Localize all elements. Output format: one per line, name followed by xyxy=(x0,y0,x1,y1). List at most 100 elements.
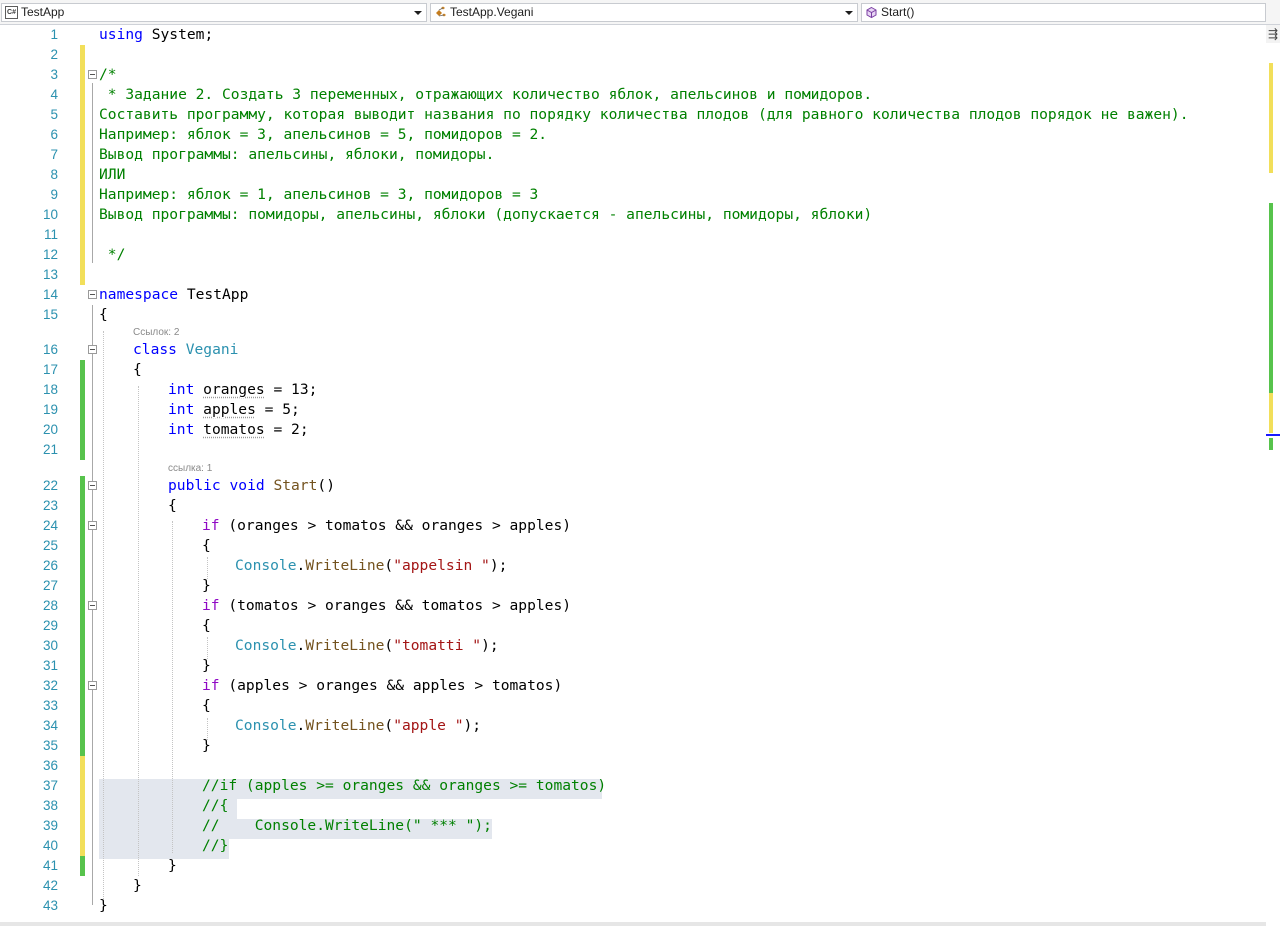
saved-change-marker xyxy=(80,360,85,380)
collapse-icon[interactable] xyxy=(88,345,97,354)
saved-change-marker xyxy=(80,696,85,716)
navigation-bar: C# TestApp TestApp.Vegani Start() xyxy=(0,0,1280,25)
code-token: ИЛИ xyxy=(99,166,126,183)
line-number: 8 xyxy=(50,167,58,182)
split-window-button[interactable]: ⇶ xyxy=(1266,25,1280,43)
saved-change-marker xyxy=(80,656,85,676)
collapse-icon[interactable] xyxy=(88,70,97,79)
saved-change-marker xyxy=(80,616,85,636)
line-number: 27 xyxy=(42,578,58,593)
vertical-scrollbar[interactable] xyxy=(1266,43,1280,926)
scrollbar-change-marker xyxy=(1269,203,1273,393)
code-token: if xyxy=(202,677,220,694)
code-token: * Задание 2. Создать 3 переменных, отраж… xyxy=(99,86,873,103)
code-line: 22 public void Start() xyxy=(0,476,1266,496)
code-token: () xyxy=(317,477,335,494)
code-line: 28 if (tomatos > oranges && tomatos > ap… xyxy=(0,596,1266,616)
code-token: Start xyxy=(273,477,318,494)
line-number: 33 xyxy=(42,698,58,713)
class-icon xyxy=(436,6,446,17)
collapse-icon[interactable] xyxy=(88,601,97,610)
line-number: 41 xyxy=(42,858,58,873)
project-dropdown[interactable]: C# TestApp xyxy=(1,3,427,22)
line-number: 9 xyxy=(50,187,58,202)
code-token: int oranges = 13; xyxy=(168,380,317,400)
code-token: int tomatos = 2; xyxy=(168,420,309,440)
class-dropdown[interactable]: TestApp.Vegani xyxy=(430,3,858,22)
saved-change-marker xyxy=(80,516,85,536)
scrollbar-change-marker xyxy=(1269,63,1273,173)
code-line: 38 //{ xyxy=(0,796,1266,816)
unsaved-change-marker xyxy=(80,205,85,225)
code-token: Vegani xyxy=(185,341,239,358)
saved-change-marker xyxy=(80,596,85,616)
code-line: 27 } xyxy=(0,576,1266,596)
code-token: (apples > oranges && apples > tomatos) xyxy=(219,677,563,694)
code-line: 3 /* xyxy=(0,65,1266,85)
code-token: WriteLine xyxy=(305,717,385,734)
line-number: 23 xyxy=(42,498,58,513)
unsaved-change-marker xyxy=(80,836,85,856)
line-number: 13 xyxy=(42,267,58,282)
code-token: public xyxy=(168,477,221,494)
saved-change-marker xyxy=(80,496,85,516)
code-line: 11 xyxy=(0,225,1266,245)
collapse-icon[interactable] xyxy=(88,521,97,530)
member-dropdown[interactable]: Start() xyxy=(861,3,1266,22)
code-token: class xyxy=(133,341,177,358)
code-token: tomatos xyxy=(203,421,265,438)
line-number: 40 xyxy=(42,838,58,853)
code-token: { xyxy=(202,617,211,634)
code-token: Console.WriteLine("appelsin "); xyxy=(235,557,508,574)
code-token: { xyxy=(202,537,211,554)
line-number: 6 xyxy=(50,127,58,142)
code-token: } xyxy=(202,577,211,594)
code-token: if (tomatos > oranges && tomatos > apple… xyxy=(202,596,571,616)
code-token: = 2; xyxy=(264,421,309,438)
code-token: apples xyxy=(203,401,256,418)
code-line: 14 namespace TestApp xyxy=(0,285,1266,305)
line-number: 17 xyxy=(42,362,58,377)
code-line: 7 Вывод программы: апельсины, яблоки, по… xyxy=(0,145,1266,165)
unsaved-change-marker xyxy=(80,165,85,185)
code-token: WriteLine xyxy=(305,557,385,574)
code-line: 30 Console.WriteLine("tomatti "); xyxy=(0,636,1266,656)
code-token: int xyxy=(168,401,195,418)
codelens-references[interactable]: ссылка: 1 xyxy=(168,462,212,476)
scrollbar-caret-marker xyxy=(1266,434,1280,436)
line-number: 14 xyxy=(42,287,58,302)
collapse-icon[interactable] xyxy=(88,290,97,299)
line-number: 7 xyxy=(50,147,58,162)
collapse-icon[interactable] xyxy=(88,481,97,490)
project-name: TestApp xyxy=(21,5,65,19)
method-cube-icon xyxy=(866,6,877,19)
code-token: if (oranges > tomatos && oranges > apple… xyxy=(202,516,571,536)
saved-change-marker xyxy=(80,556,85,576)
code-token: { xyxy=(202,697,211,714)
code-token: { xyxy=(99,306,108,323)
chevron-down-icon xyxy=(845,11,853,15)
code-line: 24 if (oranges > tomatos && oranges > ap… xyxy=(0,516,1266,536)
code-line: 5 Составить программу, которая выводит н… xyxy=(0,105,1266,125)
collapse-icon[interactable] xyxy=(88,681,97,690)
codelens-references[interactable]: Ссылок: 2 xyxy=(133,326,179,340)
code-line: 15 { xyxy=(0,305,1266,325)
code-token: (tomatos > oranges && tomatos > apples) xyxy=(219,597,572,614)
code-token: //} xyxy=(202,837,229,854)
code-line: 18 int oranges = 13; xyxy=(0,380,1266,400)
code-line: 37 //if (apples >= oranges && oranges >=… xyxy=(0,776,1266,796)
code-token: "apple " xyxy=(393,717,464,734)
code-token: /* xyxy=(99,66,117,83)
code-editor[interactable]: Ссылок: 2 ссылка: 1 1 using System; 2 3 … xyxy=(0,25,1266,926)
code-line: 1 using System; xyxy=(0,25,1266,45)
saved-change-marker xyxy=(80,476,85,496)
unsaved-change-marker xyxy=(80,265,85,285)
horizontal-scrollbar[interactable] xyxy=(0,922,1266,926)
line-number: 25 xyxy=(42,538,58,553)
saved-change-marker xyxy=(80,576,85,596)
code-line: 9 Например: яблок = 1, апельсинов = 3, п… xyxy=(0,185,1266,205)
code-line: 23 { xyxy=(0,496,1266,516)
unsaved-change-marker xyxy=(80,125,85,145)
saved-change-marker xyxy=(80,380,85,400)
code-line: 25 { xyxy=(0,536,1266,556)
